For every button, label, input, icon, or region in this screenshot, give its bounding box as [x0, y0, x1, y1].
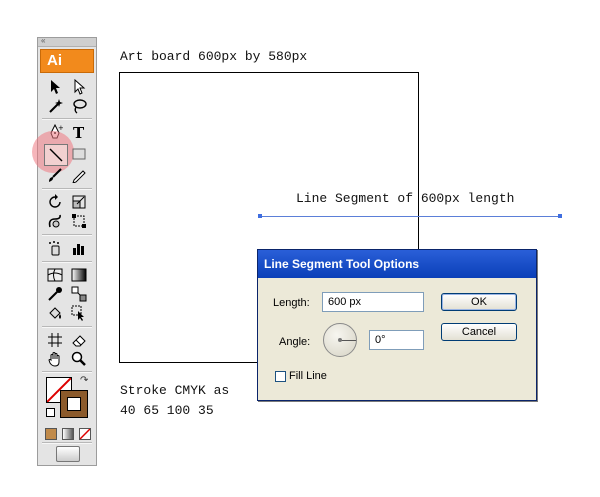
tools-panel: « Ai + T ↷ — [32, 36, 97, 466]
direct-selection-tool-icon[interactable] — [68, 77, 90, 97]
gradient-tool-icon[interactable] — [68, 265, 90, 285]
symbol-sprayer-tool-icon[interactable] — [44, 238, 66, 258]
screen-mode-button[interactable] — [56, 446, 80, 462]
gradient-mode-icon[interactable] — [62, 428, 74, 440]
line-segment-options-dialog: Line Segment Tool Options Length: 600 px… — [257, 249, 537, 401]
scale-tool-icon[interactable] — [68, 192, 90, 212]
eyedropper-tool-icon[interactable] — [44, 284, 66, 304]
free-transform-tool-icon[interactable] — [68, 211, 90, 231]
pencil-tool-icon[interactable] — [68, 165, 90, 185]
rectangle-tool-icon[interactable] — [68, 144, 90, 164]
angle-input[interactable]: 0° — [369, 330, 424, 350]
type-tool-icon[interactable]: T — [68, 122, 90, 142]
slice-tool-icon[interactable] — [44, 330, 66, 350]
length-label: Length: — [273, 297, 310, 309]
selection-tool-icon[interactable] — [44, 77, 66, 97]
none-mode-icon[interactable] — [79, 428, 91, 440]
length-input[interactable]: 600 px — [322, 292, 424, 312]
column-graph-tool-icon[interactable] — [68, 238, 90, 258]
live-paint-bucket-tool-icon[interactable] — [44, 303, 66, 323]
color-mode-icon[interactable] — [45, 428, 57, 440]
segment-end-anchor[interactable] — [558, 214, 562, 218]
dialog-title: Line Segment Tool Options — [258, 250, 536, 278]
warp-tool-icon[interactable] — [44, 211, 66, 231]
cancel-button[interactable]: Cancel — [441, 323, 517, 341]
angle-label: Angle: — [279, 336, 311, 348]
paintbrush-tool-icon[interactable] — [44, 165, 66, 185]
live-paint-selection-tool-icon[interactable] — [68, 303, 90, 323]
default-fill-stroke-icon[interactable] — [46, 408, 55, 417]
lasso-tool-icon[interactable] — [68, 96, 90, 116]
rotate-tool-icon[interactable] — [44, 192, 66, 212]
collapse-arrows-icon[interactable]: « — [41, 36, 45, 45]
app-logo: Ai — [40, 49, 94, 73]
mesh-tool-icon[interactable] — [44, 265, 66, 285]
line-segment[interactable] — [260, 216, 560, 217]
line-segment-tool-icon[interactable] — [44, 144, 68, 166]
svg-text:+: + — [58, 124, 63, 132]
segment-caption: Line Segment of 600px length — [296, 191, 515, 206]
panel-grip[interactable]: « — [38, 36, 96, 47]
fill-line-checkbox[interactable] — [275, 371, 286, 382]
stroke-swatch[interactable] — [60, 390, 88, 418]
svg-text:T: T — [73, 124, 85, 140]
swap-fill-stroke-icon[interactable]: ↷ — [80, 375, 88, 386]
artboard-caption: Art board 600px by 580px — [120, 49, 308, 64]
segment-start-anchor[interactable] — [258, 214, 262, 218]
blend-tool-icon[interactable] — [68, 284, 90, 304]
fill-line-label[interactable]: Fill Line — [289, 370, 327, 382]
hand-tool-icon[interactable] — [44, 349, 66, 369]
eraser-tool-icon[interactable] — [68, 330, 90, 350]
magic-wand-tool-icon[interactable] — [44, 96, 66, 116]
angle-dial[interactable] — [323, 323, 357, 357]
zoom-tool-icon[interactable] — [68, 349, 90, 369]
stroke-caption-line2: 40 65 100 35 — [120, 403, 214, 418]
stroke-caption-line1: Stroke CMYK as — [120, 383, 230, 398]
ok-button[interactable]: OK — [441, 293, 517, 311]
